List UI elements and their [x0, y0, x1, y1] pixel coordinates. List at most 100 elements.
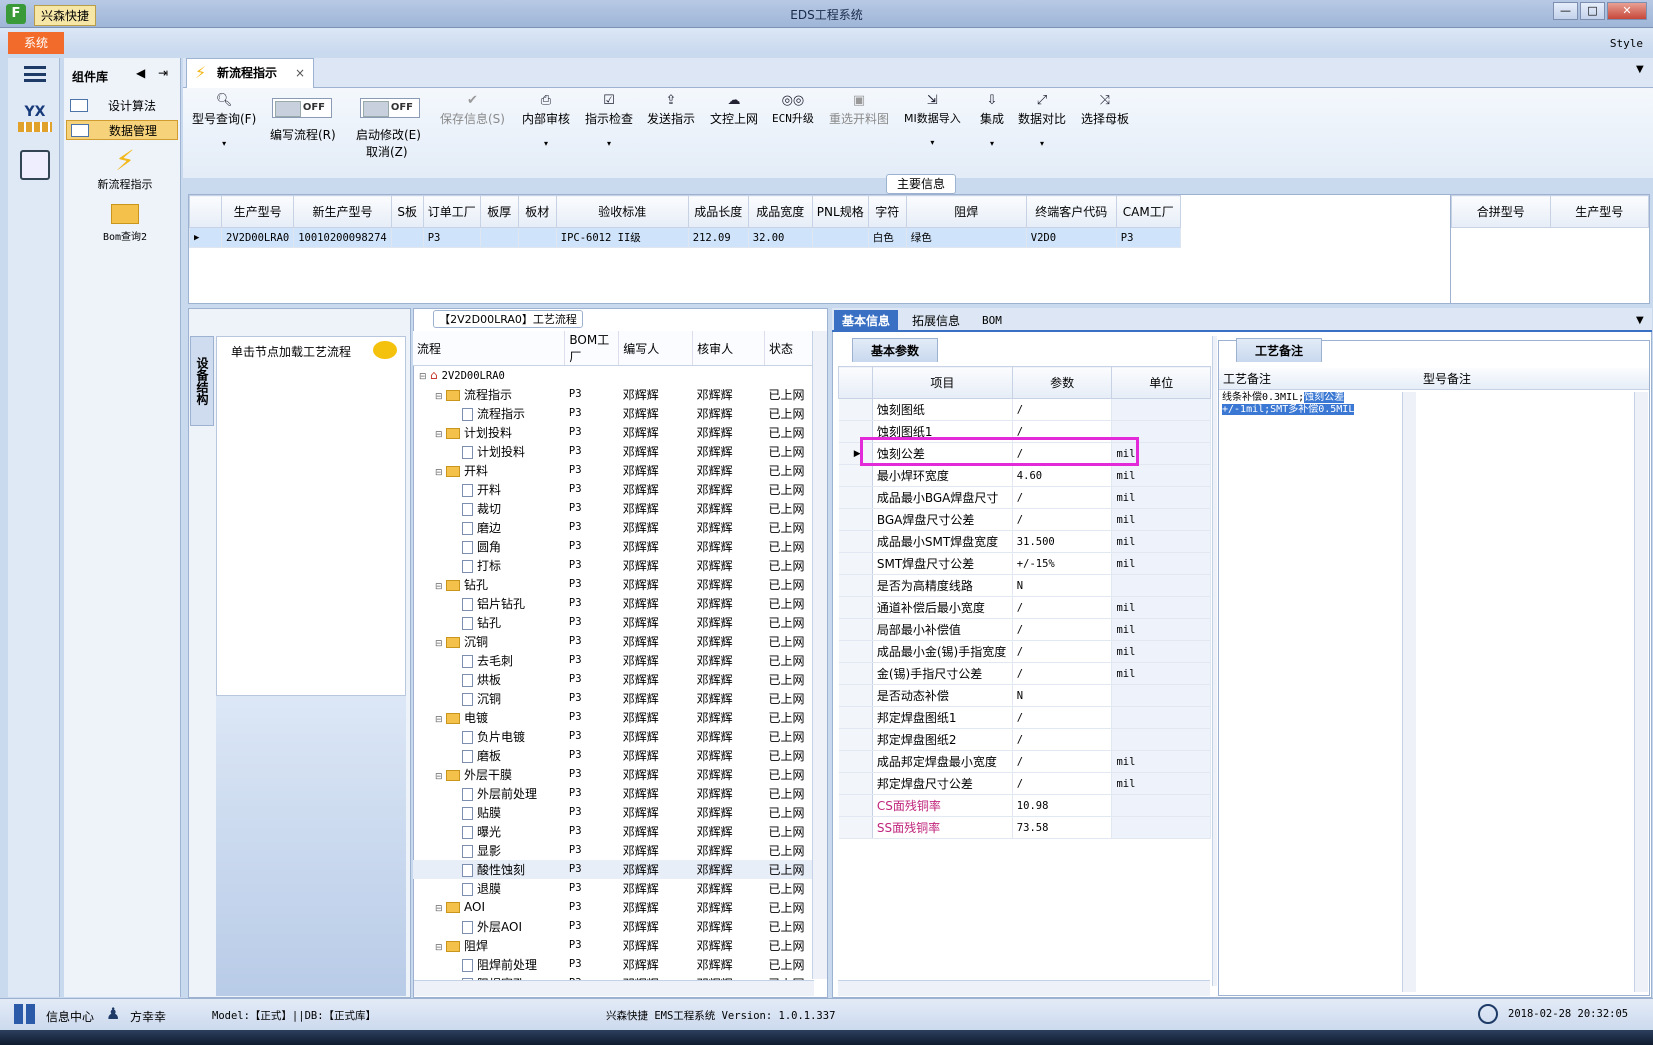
tree-row[interactable]: ⊟ 电镀 P3 邓辉辉 邓辉辉 已上网 [413, 708, 816, 727]
param-row[interactable]: 是否动态补偿 N [838, 684, 1211, 707]
param-value[interactable]: 10.98 [1012, 794, 1113, 817]
close-tab-icon[interactable]: × [295, 59, 305, 87]
table-cell[interactable]: 白色 [867, 227, 907, 248]
yx-module-icon[interactable]: YX [18, 104, 52, 138]
tree-row[interactable]: 外层前处理 P3 邓辉辉 邓辉辉 已上网 [413, 784, 816, 803]
column-header[interactable]: 成品宽度 [747, 195, 813, 228]
dropdown-arrow-icon[interactable]: ▾ [980, 139, 1004, 148]
param-value[interactable]: / [1012, 596, 1113, 619]
tree-row[interactable]: 贴膜 P3 邓辉辉 邓辉辉 已上网 [413, 803, 816, 822]
bom-query-shortcut[interactable]: Bom查询2 [95, 204, 155, 243]
table-cell[interactable] [479, 227, 519, 248]
ecn-upgrade-button[interactable]: ◎◎ ECN升级 [772, 92, 814, 126]
column-header[interactable]: 参数 [1011, 366, 1113, 399]
tree-node[interactable]: 裁切 [413, 499, 565, 518]
grid-icon[interactable] [14, 1004, 36, 1024]
tree-node[interactable]: 显影 [413, 841, 565, 860]
tree-row[interactable]: 圆角 P3 邓辉辉 邓辉辉 已上网 [413, 537, 816, 556]
tab-new-process[interactable]: ⚡ 新流程指示 × [186, 58, 314, 88]
tree-node[interactable]: 钻孔 [413, 613, 565, 632]
column-header[interactable]: 字符 [867, 195, 907, 228]
column-header[interactable]: 阻焊 [905, 195, 1027, 228]
param-value[interactable]: +/-15% [1012, 552, 1113, 575]
model-query-button[interactable]: 🔍︎ 型号查询(F) ▾ [192, 92, 256, 148]
table-cell[interactable]: 绿色 [905, 227, 1027, 248]
collapse-arrow-icon[interactable]: ◀ [136, 66, 145, 80]
tree-node[interactable]: 酸性蚀刻 [413, 859, 565, 879]
tree-node[interactable]: 烘板 [413, 670, 565, 689]
column-header[interactable]: 流程 [413, 331, 566, 366]
param-value[interactable]: 4.60 [1012, 464, 1113, 487]
dropdown-arrow-icon[interactable]: ▾ [585, 139, 633, 148]
param-value[interactable]: / [1012, 486, 1113, 509]
column-header[interactable]: 核审人 [692, 331, 765, 366]
tree-node[interactable]: 铝片钻孔 [413, 594, 565, 613]
table-cell[interactable]: 10010200098274 [293, 227, 392, 248]
system-menu-button[interactable]: 系统 [8, 32, 64, 54]
tab-basic-info[interactable]: 基本信息 [834, 310, 899, 332]
publish-online-button[interactable]: ☁ 文控上网 [710, 92, 758, 127]
column-header[interactable]: 新生产型号 [293, 195, 392, 228]
table-cell[interactable] [811, 227, 869, 248]
tree-row[interactable]: 退膜 P3 邓辉辉 邓辉辉 已上网 [413, 879, 816, 898]
tree-node[interactable]: 开料 [413, 480, 565, 499]
param-value[interactable]: / [1012, 772, 1113, 795]
param-value[interactable]: / [1012, 750, 1113, 773]
column-header[interactable]: PNL规格 [811, 195, 869, 228]
mi-data-import-button[interactable]: ⇲ MI数据导入 ▾ [904, 92, 961, 147]
param-value[interactable]: / [1012, 662, 1113, 685]
expand-toggle-icon[interactable]: ⊟ [419, 372, 428, 382]
table-cell[interactable]: IPC-6012 II级 [555, 227, 689, 248]
send-instruction-button[interactable]: ⇪ 发送指示 [647, 92, 695, 127]
tree-node[interactable]: ⊟ 外层干膜 [413, 765, 565, 784]
tree-row[interactable]: 烘板 P3 邓辉辉 邓辉辉 已上网 [413, 670, 816, 689]
equipment-structure-tab[interactable]: 设备结构 [190, 336, 214, 426]
tree-row[interactable]: ⊟ AOI P3 邓辉辉 邓辉辉 已上网 [413, 898, 816, 917]
tree-row[interactable]: 铝片钻孔 P3 邓辉辉 邓辉辉 已上网 [413, 594, 816, 613]
column-header[interactable]: S板 [390, 195, 424, 228]
tree-node[interactable]: ⊟ 开料 [413, 461, 565, 480]
expand-toggle-icon[interactable]: ⊟ [435, 430, 444, 440]
tree-row[interactable]: 阻焊前处理 P3 邓辉辉 邓辉辉 已上网 [413, 955, 816, 974]
param-row[interactable]: SMT焊盘尺寸公差 +/-15% mil [838, 552, 1211, 575]
calculator-icon[interactable] [20, 150, 50, 180]
param-row[interactable]: SS面残铜率 73.58 [838, 816, 1211, 839]
save-info-button[interactable]: ✔ 保存信息(S) [440, 92, 505, 127]
tree-row[interactable]: ⊟ ⌂ 2V2D00LRA0 [413, 366, 816, 385]
tree-node[interactable]: 贴膜 [413, 803, 565, 822]
integrate-button[interactable]: ⇩ 集成 ▾ [980, 92, 1004, 148]
dropdown-arrow-icon[interactable]: ▾ [904, 138, 961, 147]
table-cell[interactable]: 32.00 [747, 227, 813, 248]
param-row[interactable]: 成品最小金(锡)手指宽度 / mil [838, 640, 1211, 663]
table-cell[interactable]: P3 [1115, 227, 1181, 248]
tree-row[interactable]: ⊟ 流程指示 P3 邓辉辉 邓辉辉 已上网 [413, 385, 816, 404]
expand-toggle-icon[interactable]: ⊟ [435, 904, 444, 914]
column-header[interactable]: 项目 [871, 366, 1013, 399]
close-window-button[interactable]: ✕ [1607, 2, 1647, 20]
tree-row[interactable]: 沉铜 P3 邓辉辉 邓辉辉 已上网 [413, 689, 816, 708]
sidebar-item-design-algorithm[interactable]: 设计算法 [66, 96, 178, 116]
tree-node[interactable]: 磨板 [413, 746, 565, 765]
dropdown-arrow-icon[interactable]: ▾ [522, 139, 570, 148]
param-row[interactable]: BGA焊盘尺寸公差 / mil [838, 508, 1211, 531]
column-header[interactable]: 单位 [1111, 366, 1211, 399]
tree-row[interactable]: 磨板 P3 邓辉辉 邓辉辉 已上网 [413, 746, 816, 765]
tree-node[interactable]: ⊟ 阻焊 [413, 936, 565, 955]
tree-row[interactable]: 酸性蚀刻 P3 邓辉辉 邓辉辉 已上网 [413, 859, 816, 879]
instruction-check-button[interactable]: ☑ 指示检查 ▾ [585, 92, 633, 148]
param-row[interactable]: 邦定焊盘图纸2/ [838, 728, 1211, 751]
expand-toggle-icon[interactable]: ⊟ [435, 772, 444, 782]
tree-node[interactable]: 曝光 [413, 822, 565, 841]
tab-extended-info[interactable]: 拓展信息 [904, 310, 968, 332]
column-header[interactable]: BOM工厂 [564, 331, 620, 366]
table-cell[interactable]: V2D0 [1025, 227, 1117, 248]
enable-edit-toggle[interactable]: OFF [360, 98, 420, 118]
param-value[interactable]: / [1012, 640, 1113, 663]
detail-tabs-dropdown-icon[interactable]: ▼ [1636, 315, 1644, 326]
tree-row[interactable]: ⊟ 钻孔 P3 邓辉辉 邓辉辉 已上网 [413, 575, 816, 594]
internal-review-button[interactable]: ⎙ 内部审核 ▾ [522, 92, 570, 148]
expand-toggle-icon[interactable]: ⊟ [435, 468, 444, 478]
tree-row[interactable]: ⊟ 计划投料 P3 邓辉辉 邓辉辉 已上网 [413, 423, 816, 442]
merge-model-header[interactable]: 合拼型号 [1451, 195, 1551, 228]
param-value[interactable]: / [1012, 398, 1113, 421]
